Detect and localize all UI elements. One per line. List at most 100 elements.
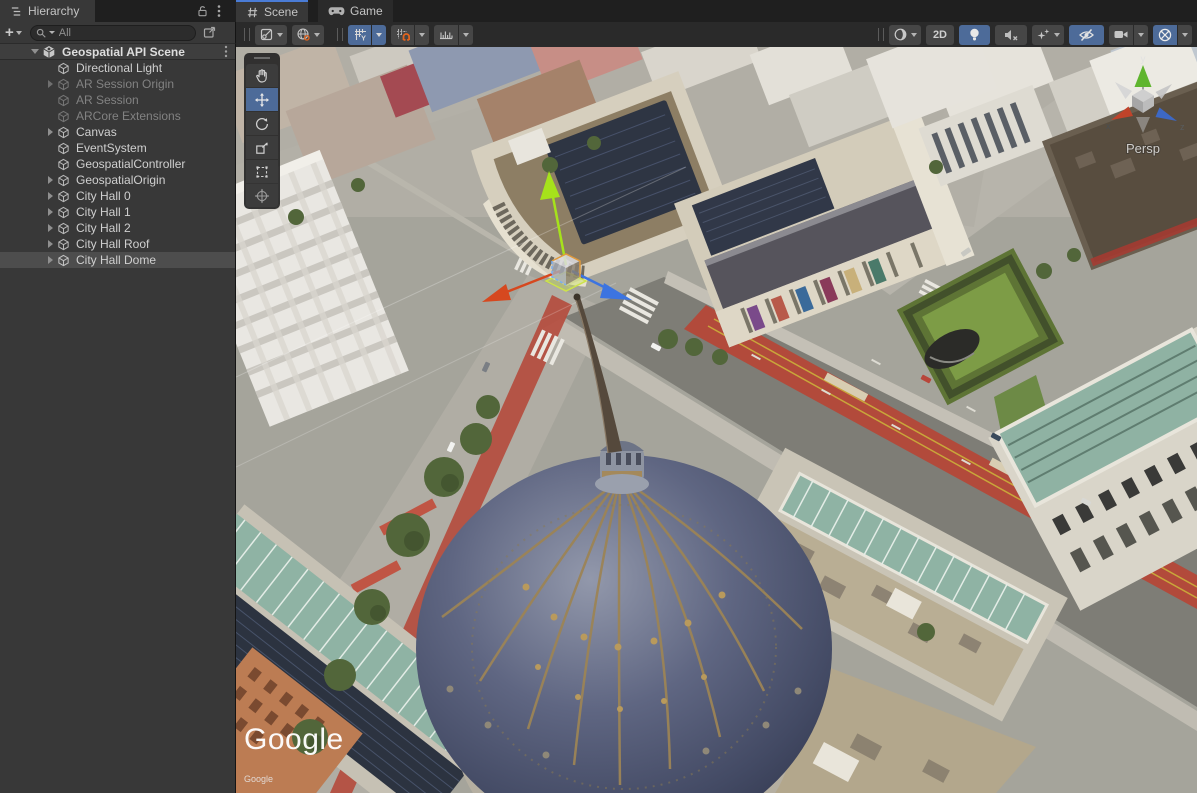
hierarchy-row-city-hall-1[interactable]: City Hall 1	[0, 204, 235, 220]
search-icon	[35, 27, 47, 39]
gizmo-y-axis-cone[interactable]	[1135, 65, 1152, 87]
grid-snap-magnet-icon	[395, 27, 410, 42]
rect-tool-button[interactable]	[246, 160, 278, 183]
grid-visibility-button[interactable]: Y	[348, 25, 371, 45]
expand-triangle-icon[interactable]	[44, 128, 57, 136]
tab-hierarchy[interactable]: Hierarchy	[0, 0, 95, 22]
scene-gizmo-caret-button[interactable]	[1178, 25, 1192, 45]
tool-handle-rotation-button[interactable]	[292, 25, 324, 45]
grid-snap-overlay-handle[interactable]	[337, 28, 343, 41]
scene-gizmo-toggle[interactable]	[1153, 25, 1177, 45]
scene-lighting-toggle[interactable]	[959, 25, 990, 45]
gameobject-cube-icon	[57, 222, 72, 235]
expand-triangle-icon[interactable]	[44, 256, 57, 264]
tab-game[interactable]: Game	[318, 0, 393, 22]
collapse-triangle-icon[interactable]	[28, 49, 42, 54]
hierarchy-panel: Geospatial API Scene Directional Light A…	[0, 44, 236, 793]
snap-increment-icon	[438, 27, 454, 42]
hierarchy-row-canvas[interactable]: Canvas	[0, 124, 235, 140]
dome-lantern	[595, 441, 649, 494]
grid-visibility-caret-button[interactable]	[372, 25, 386, 45]
hierarchy-row-ar-session[interactable]: AR Session	[0, 92, 235, 108]
tab-scene[interactable]: Scene	[236, 0, 308, 22]
gameobject-cube-icon	[57, 78, 72, 91]
gameobject-cube-icon	[57, 238, 72, 251]
hierarchy-row-city-hall-0[interactable]: City Hall 0	[0, 188, 235, 204]
view-hand-tool-button[interactable]	[246, 64, 278, 87]
gameobject-cube-icon	[57, 62, 72, 75]
open-picker-button[interactable]	[202, 25, 217, 40]
expand-triangle-icon[interactable]	[44, 208, 57, 216]
hierarchy-row-arcore-extensions[interactable]: ARCore Extensions	[0, 108, 235, 124]
top-tab-bar: Hierarchy Scene Game	[0, 0, 1197, 22]
scene-root-row[interactable]: Geospatial API Scene	[0, 44, 235, 60]
effects-icon	[1036, 27, 1051, 42]
expand-triangle-icon[interactable]	[44, 192, 57, 200]
scene-camera-settings-button[interactable]	[1109, 25, 1133, 45]
gizmo-gray-cone[interactable]	[1115, 82, 1132, 99]
move-tool-button[interactable]	[246, 88, 278, 111]
search-input[interactable]	[57, 26, 191, 40]
snap-increment-button[interactable]	[434, 25, 458, 45]
tool-settings-overlay-handle[interactable]	[244, 28, 250, 41]
hierarchy-row-city-hall-dome[interactable]: City Hall Dome	[0, 252, 235, 268]
tools-overlay-drag-handle[interactable]	[254, 57, 270, 59]
grid-snapping-button[interactable]	[391, 25, 414, 45]
expand-triangle-icon[interactable]	[44, 224, 57, 232]
snap-increment-caret-button[interactable]	[459, 25, 473, 45]
expand-triangle-icon[interactable]	[44, 80, 57, 88]
tab-scene-label: Scene	[264, 5, 298, 19]
scale-tool-button[interactable]	[246, 136, 278, 159]
google-attribution: Google	[244, 774, 273, 784]
gamepad-icon	[328, 5, 345, 17]
view-options-overlay-handle[interactable]	[878, 28, 884, 41]
gameobject-cube-icon	[57, 158, 72, 171]
hierarchy-row-directional-light[interactable]: Directional Light	[0, 60, 235, 76]
scene-view-toolbar: Y 2D	[236, 22, 1197, 47]
google-watermark: Google	[244, 723, 344, 757]
orientation-gizmo[interactable]: y x z Persp	[1098, 53, 1188, 157]
create-object-button[interactable]: +	[5, 26, 22, 40]
gameobject-cube-icon	[57, 206, 72, 219]
scene-tab-icon	[246, 6, 259, 19]
scene-kebab-menu-icon[interactable]	[224, 45, 228, 58]
grid-snapping-caret-button[interactable]	[415, 25, 429, 45]
audio-toggle[interactable]	[995, 25, 1027, 45]
chevron-down-icon	[1054, 33, 1060, 37]
pivot-icon	[259, 27, 274, 42]
gizmo-x-axis-cone[interactable]	[1111, 107, 1133, 121]
scene-viewport[interactable]: y x z Persp Google Google	[236, 47, 1197, 793]
move-tool-icon	[254, 92, 270, 108]
hierarchy-row-city-hall-roof[interactable]: City Hall Roof	[0, 236, 235, 252]
hierarchy-kebab-menu-icon[interactable]	[217, 4, 221, 18]
gameobject-cube-icon	[57, 126, 72, 139]
rotate-tool-button[interactable]	[246, 112, 278, 135]
hierarchy-row-city-hall-2[interactable]: City Hall 2	[0, 220, 235, 236]
chevron-down-icon	[1182, 33, 1188, 37]
gizmo-gray-cone[interactable]	[1156, 84, 1173, 99]
transform-tool-button[interactable]	[246, 184, 278, 207]
gizmo-z-axis-cone[interactable]	[1156, 108, 1178, 122]
lightbulb-icon	[968, 27, 981, 42]
hidden-objects-toggle[interactable]	[1069, 25, 1104, 45]
search-filter-caret-icon[interactable]	[49, 31, 55, 34]
transform-tool-icon	[254, 188, 270, 204]
shading-mode-button[interactable]	[889, 25, 921, 45]
svg-text:Y: Y	[361, 34, 366, 43]
expand-triangle-icon[interactable]	[44, 176, 57, 184]
scene-camera-caret-button[interactable]	[1134, 25, 1148, 45]
tool-handle-pivot-button[interactable]	[255, 25, 287, 45]
chevron-down-icon	[1138, 33, 1144, 37]
hierarchy-row-geospatialorigin[interactable]: GeospatialOrigin	[0, 172, 235, 188]
effects-toggle[interactable]	[1032, 25, 1064, 45]
hierarchy-row-ar-session-origin[interactable]: AR Session Origin	[0, 76, 235, 92]
hierarchy-toolbar: +	[0, 22, 236, 44]
hierarchy-row-geospatialcontroller[interactable]: GeospatialController	[0, 156, 235, 172]
hierarchy-search-field[interactable]	[30, 25, 196, 41]
mode-2d-toggle[interactable]: 2D	[926, 25, 954, 45]
lock-icon[interactable]	[196, 4, 209, 18]
hierarchy-row-eventsystem[interactable]: EventSystem	[0, 140, 235, 156]
gizmo-gray-cone[interactable]	[1136, 117, 1150, 133]
projection-label[interactable]: Persp	[1126, 141, 1160, 156]
expand-triangle-icon[interactable]	[44, 240, 57, 248]
